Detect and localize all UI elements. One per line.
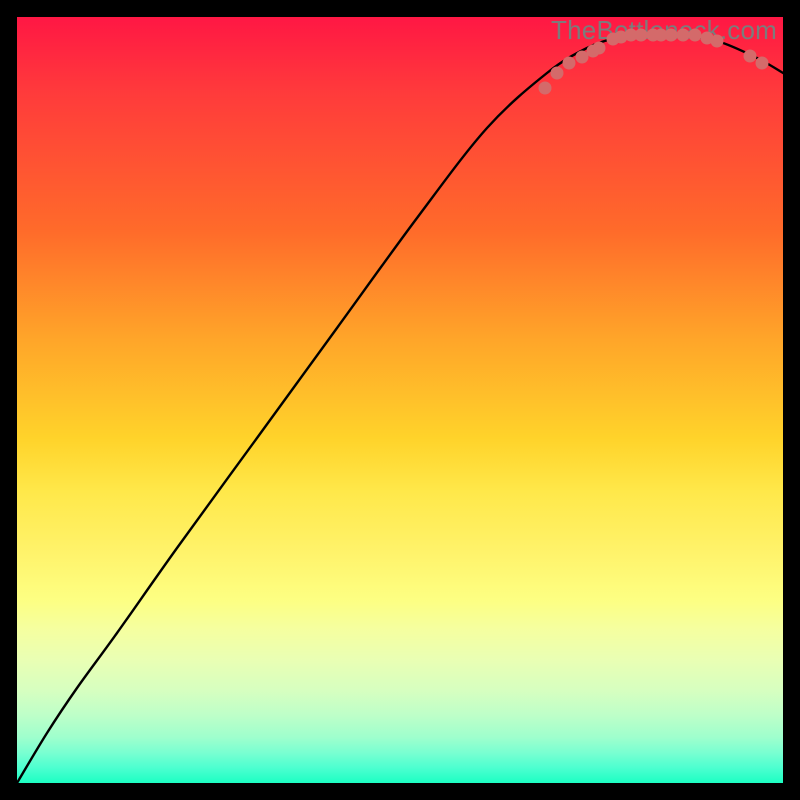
bottleneck-curve <box>17 34 783 783</box>
highlight-dots <box>539 29 769 95</box>
highlight-dot <box>563 57 576 70</box>
highlight-dot <box>635 29 648 42</box>
chart-stage: TheBottleneck.com <box>0 0 800 800</box>
highlight-dot <box>711 35 724 48</box>
plot-area: TheBottleneck.com <box>17 17 783 783</box>
highlight-dot <box>677 29 690 42</box>
highlight-dot <box>593 42 606 55</box>
highlight-dot <box>576 51 589 64</box>
plot-svg <box>17 17 783 783</box>
highlight-dot <box>539 82 552 95</box>
highlight-dot <box>551 67 564 80</box>
highlight-dot <box>665 29 678 42</box>
highlight-dot <box>744 50 757 63</box>
highlight-dot <box>689 29 702 42</box>
highlight-dot <box>756 57 769 70</box>
